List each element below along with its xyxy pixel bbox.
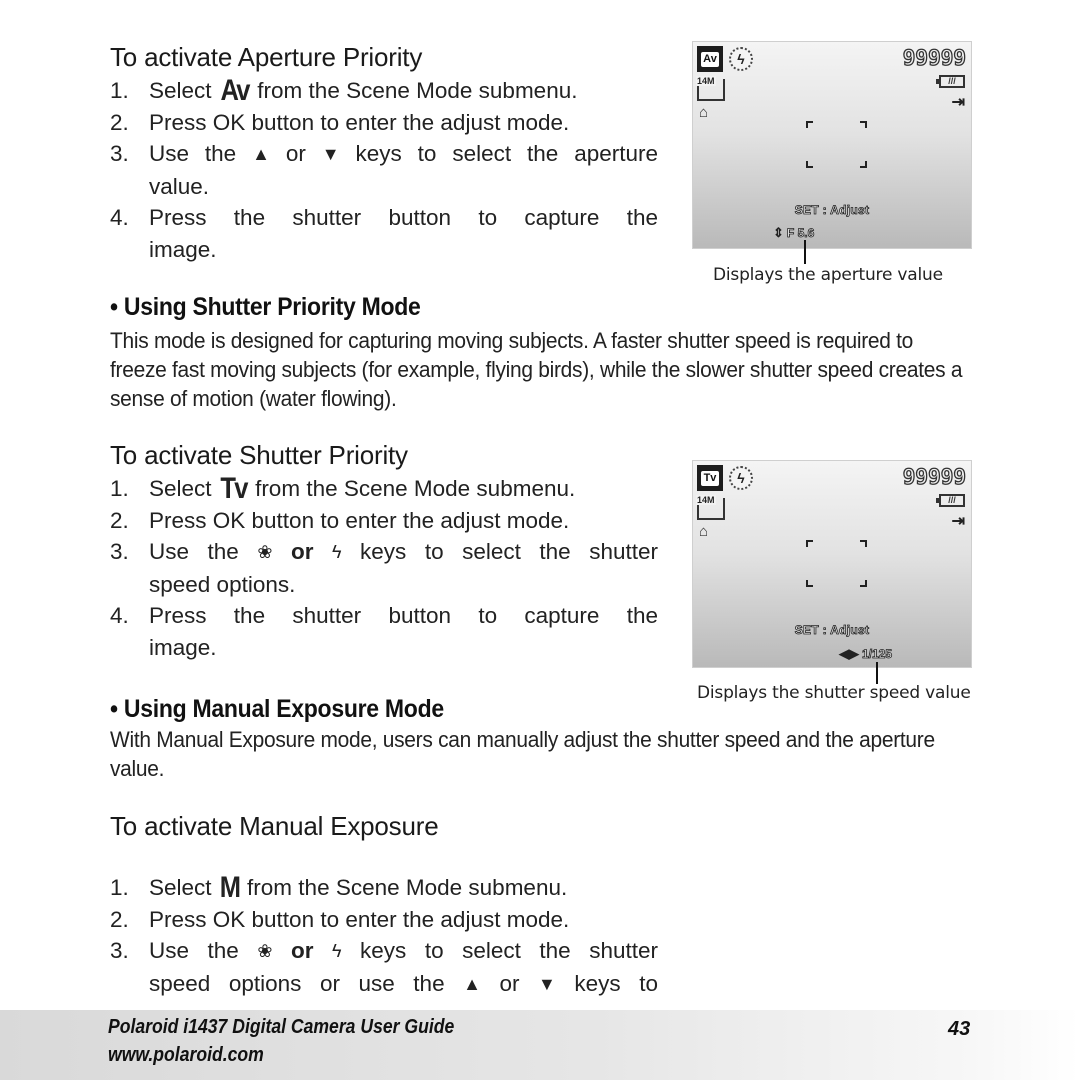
up-down-arrows-icon: ⇕ <box>773 225 784 240</box>
manual-step-3: 3. Use the ❀ or ϟ keys to select the shu… <box>110 935 658 1000</box>
page-footer: Polaroid i1437 Digital Camera User Guide… <box>0 1010 1080 1080</box>
shutter-step-3: 3. Use the ❀ or ϟ keys to select the shu… <box>110 539 658 597</box>
aperture-step-1: 1. Select Av from the Scene Mode submenu… <box>110 74 578 107</box>
white-balance-icon: ⌂ <box>699 523 709 540</box>
storage-icon: ⇥ <box>951 513 965 530</box>
left-right-arrows-icon: ◀▶ <box>839 646 859 661</box>
macro-key-icon: ❀ <box>257 542 273 562</box>
aperture-subhead: To activate Aperture Priority <box>110 42 423 72</box>
aperture-lcd-screen: Av ϟ 99999 14M ⌂ /// ⇥ SET : Adjust ⇕ F 5… <box>692 41 972 249</box>
focus-frame-corner <box>860 161 867 168</box>
flash-off-icon: ϟ <box>729 466 753 490</box>
set-adjust-hint: SET : Adjust <box>794 623 870 638</box>
focus-frame-corner <box>806 121 813 128</box>
focus-frame-corner <box>806 580 813 587</box>
aperture-steps: 1. Select Av from the Scene Mode submenu… <box>110 75 658 265</box>
tv-mode-icon: Tv <box>220 472 248 505</box>
set-adjust-hint: SET : Adjust <box>794 203 870 218</box>
focus-frame-corner <box>806 161 813 168</box>
focus-frame-corner <box>860 540 867 547</box>
aperture-step-3: 3. Use the ▲ or ▼ keys to select the ape… <box>110 141 659 199</box>
flash-off-icon: ϟ <box>729 47 753 71</box>
battery-icon: /// <box>936 75 965 88</box>
shutter-steps: 1. Select Tv from the Scene Mode submenu… <box>110 473 658 663</box>
down-arrow-key-icon: ▼ <box>321 144 340 164</box>
shots-remaining: 99999 <box>902 45 967 70</box>
aperture-step-4: 4. Press the shutter button to capture t… <box>110 205 658 262</box>
aperture-caption: Displays the aperture value <box>713 265 943 285</box>
white-balance-icon: ⌂ <box>699 104 709 121</box>
shutter-lcd-screen: Tv ϟ 99999 14M ⌂ /// ⇥ SET : Adjust ◀▶ 1/… <box>692 460 972 668</box>
flash-key-icon: ϟ <box>331 542 342 562</box>
resolution-icon: 14M <box>696 76 725 101</box>
up-arrow-key-icon: ▲ <box>463 973 481 994</box>
down-arrow-key-icon: ▼ <box>538 973 556 994</box>
flash-key-icon: ϟ <box>331 941 342 961</box>
focus-frame-corner <box>860 121 867 128</box>
resolution-icon: 14M <box>696 495 725 520</box>
shutter-step-4: 4. Press the shutter button to capture t… <box>110 603 658 660</box>
manual-step-1: 1. Select M from the Scene Mode submenu. <box>110 871 568 904</box>
aperture-value-readout: ⇕ F 5.6 <box>773 225 815 240</box>
shutter-mode-title: • Using Shutter Priority Mode <box>110 293 421 321</box>
shutter-step-1: 1. Select Tv from the Scene Mode submenu… <box>110 472 576 505</box>
manual-mode-title: • Using Manual Exposure Mode <box>110 695 444 723</box>
shutter-step-2: 2. Press OK button to enter the adjust m… <box>110 507 570 533</box>
caption-pointer-line <box>876 662 878 684</box>
manual-step-2: 2. Press OK button to enter the adjust m… <box>110 906 570 932</box>
battery-icon: /// <box>936 494 965 507</box>
manual-subhead: To activate Manual Exposure <box>110 811 439 841</box>
av-mode-badge-icon: Av <box>697 46 723 72</box>
shutter-value-readout: ◀▶ 1/125 <box>839 646 893 661</box>
storage-icon: ⇥ <box>951 94 965 111</box>
guide-title: Polaroid i1437 Digital Camera User Guide <box>108 1016 455 1038</box>
av-mode-icon: Av <box>220 74 250 107</box>
up-arrow-key-icon: ▲ <box>252 144 270 164</box>
focus-frame-corner <box>860 580 867 587</box>
macro-key-icon: ❀ <box>257 941 273 961</box>
focus-frame-corner <box>806 540 813 547</box>
shutter-mode-description: This mode is designed for capturing movi… <box>110 328 963 411</box>
page-number: 43 <box>948 1018 971 1040</box>
caption-pointer-line <box>804 240 806 264</box>
aperture-step-2: 2. Press OK button to enter the adjust m… <box>110 109 570 135</box>
manual-steps: 1. Select M from the Scene Mode submenu.… <box>110 872 658 1000</box>
shutter-subhead: To activate Shutter Priority <box>110 440 408 470</box>
m-mode-icon: M <box>219 871 241 904</box>
shutter-caption: Displays the shutter speed value <box>697 683 971 703</box>
manual-mode-description: With Manual Exposure mode, users can man… <box>110 727 935 781</box>
website-link[interactable]: www.polaroid.com <box>108 1044 264 1067</box>
shots-remaining: 99999 <box>902 464 967 489</box>
tv-mode-badge-icon: Tv <box>697 465 723 491</box>
